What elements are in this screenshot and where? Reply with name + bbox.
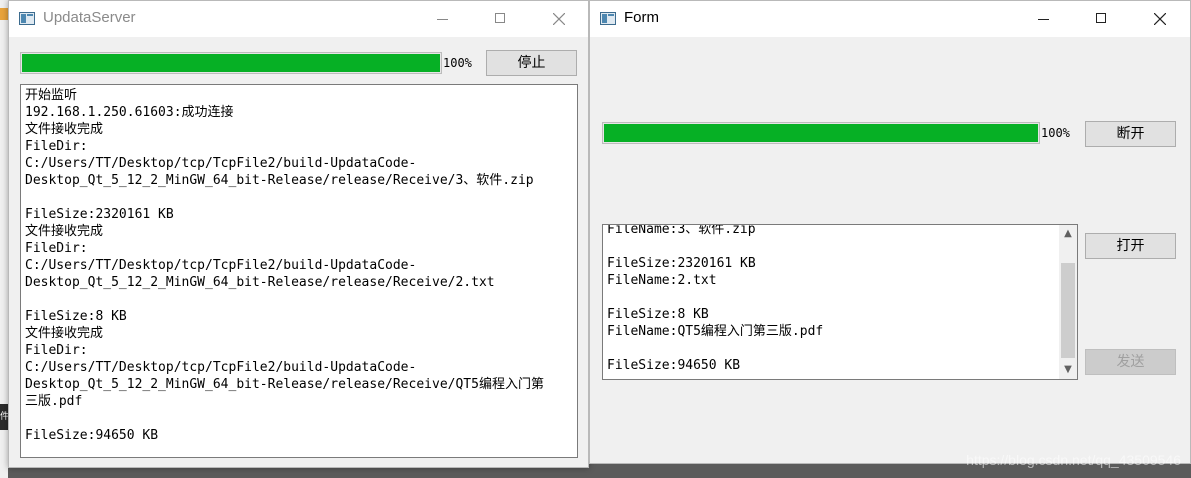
watermark: https://blog.csdn.net/qq_43509546 bbox=[966, 452, 1181, 468]
scroll-down-arrow-icon[interactable]: ▼ bbox=[1059, 361, 1077, 379]
received-files-textbox[interactable]: FileName:3、软件.zip FileSize:2320161 KB Fi… bbox=[602, 224, 1078, 380]
qt-app-icon bbox=[19, 12, 35, 25]
scroll-up-arrow-icon[interactable]: ▲ bbox=[1059, 225, 1077, 243]
desktop-side-tab: 件 bbox=[0, 404, 8, 430]
close-icon bbox=[1154, 13, 1166, 25]
maximize-button[interactable] bbox=[472, 1, 530, 37]
send-button[interactable]: 发送 bbox=[1085, 349, 1176, 375]
form-window: Form 100% 断开 打开 发送 FileName:3、软件.zip Fil… bbox=[589, 0, 1191, 464]
stop-button[interactable]: 停止 bbox=[486, 50, 577, 76]
progress-fill bbox=[22, 54, 440, 72]
qt-app-icon bbox=[600, 12, 616, 25]
close-icon bbox=[553, 13, 565, 25]
progress-bar bbox=[20, 52, 442, 74]
close-button[interactable] bbox=[1131, 1, 1189, 37]
log-text: 开始监听 192.168.1.250.61603:成功连接 文件接收完成 Fil… bbox=[25, 88, 544, 443]
title-bar[interactable]: Form bbox=[590, 1, 1190, 37]
disconnect-button[interactable]: 断开 bbox=[1085, 121, 1176, 147]
received-files-text: FileName:3、软件.zip FileSize:2320161 KB Fi… bbox=[607, 224, 824, 373]
minimize-button[interactable] bbox=[414, 1, 472, 37]
scroll-thumb[interactable] bbox=[1061, 263, 1075, 358]
vertical-scrollbar[interactable]: ▲ ▼ bbox=[1059, 225, 1077, 379]
updataserver-window: UpdataServer 100% 停止 开始监听 192.168.1.250.… bbox=[8, 0, 589, 468]
progress-bar bbox=[602, 122, 1040, 144]
title-bar[interactable]: UpdataServer bbox=[9, 1, 588, 37]
window-title: UpdataServer bbox=[43, 9, 136, 26]
desktop-icon bbox=[0, 8, 8, 20]
progress-fill bbox=[604, 124, 1038, 142]
log-textbox[interactable]: 开始监听 192.168.1.250.61603:成功连接 文件接收完成 Fil… bbox=[20, 84, 578, 458]
open-button[interactable]: 打开 bbox=[1085, 233, 1176, 259]
progress-percent-label: 100% bbox=[1041, 126, 1070, 140]
window-title: Form bbox=[624, 9, 659, 26]
progress-percent-label: 100% bbox=[443, 56, 472, 70]
maximize-button[interactable] bbox=[1073, 1, 1131, 37]
minimize-button[interactable] bbox=[1015, 1, 1073, 37]
close-button[interactable] bbox=[530, 1, 588, 37]
